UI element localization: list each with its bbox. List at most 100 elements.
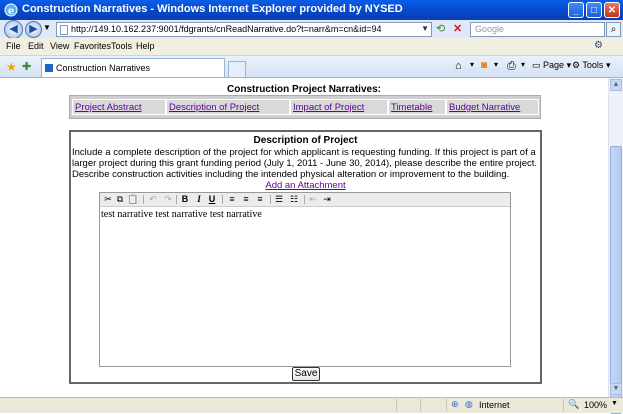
search-placeholder: Google — [475, 24, 505, 34]
zone-panel[interactable]: ⊕ ◍ Internet — [446, 399, 562, 411]
address-toolbar: ◀ ▶ ▼ http://149.10.162.237:9001/fdgrant… — [0, 20, 623, 39]
copy-icon[interactable]: ⧉ — [114, 193, 126, 206]
tools-menu-label: Tools — [582, 60, 604, 70]
home-dropdown-icon[interactable]: ▾ — [470, 60, 474, 69]
toolbar-separator — [176, 195, 177, 204]
nav-link-budget-narrative[interactable]: Budget Narrative — [449, 102, 520, 113]
scroll-down-arrow-icon[interactable]: ▼ — [610, 383, 622, 395]
section-title: Description of Project — [253, 135, 358, 146]
search-button[interactable]: ⌕ — [606, 22, 621, 37]
feeds-dropdown-icon[interactable]: ▾ — [494, 60, 498, 69]
history-dropdown-icon[interactable]: ▼ — [43, 23, 51, 32]
nav-cell-impact-of-project: Impact of Project — [290, 99, 388, 115]
status-panel — [420, 399, 443, 411]
paste-icon[interactable]: 📋 — [127, 193, 139, 206]
underline-icon[interactable]: U — [206, 193, 218, 206]
address-dropdown-icon[interactable]: ▼ — [421, 24, 429, 33]
add-favorite-icon[interactable]: ✚ — [22, 60, 31, 73]
menu-edit[interactable]: Edit — [28, 41, 44, 51]
italic-icon[interactable]: I — [193, 193, 205, 206]
bulleted-list-icon[interactable]: ☰ — [273, 193, 285, 206]
zone-label: Internet — [479, 400, 510, 410]
tools-menu-button[interactable]: ⚙ Tools ▾ — [572, 60, 610, 71]
zoom-icon: 🔍 — [568, 399, 580, 409]
zoom-level: 100% — [584, 400, 608, 410]
address-url: http://149.10.162.237:9001/fdgrants/cnRe… — [71, 24, 382, 34]
nav-link-timetable[interactable]: Timetable — [391, 102, 432, 113]
nav-cell-budget-narrative: Budget Narrative — [446, 99, 539, 115]
toolbar-separator — [270, 195, 271, 204]
menu-file[interactable]: File — [6, 41, 21, 51]
svg-text:e: e — [8, 6, 14, 17]
align-center-icon[interactable]: ≡ — [240, 193, 252, 206]
ie-logo-icon: e — [4, 3, 18, 17]
zoom-dropdown-icon: ▼ — [611, 400, 618, 407]
print-dropdown-icon[interactable]: ▾ — [521, 60, 525, 69]
favorites-star-icon[interactable]: ★ — [6, 60, 17, 74]
nav-cell-project-abstract: Project Abstract — [72, 99, 166, 115]
maximize-button[interactable]: □ — [586, 2, 602, 18]
add-attachment-link[interactable]: Add an Attachment — [69, 180, 542, 191]
search-input[interactable]: Google — [470, 22, 605, 37]
toolbar-separator — [222, 195, 223, 204]
toolbar-options-icon[interactable]: ⚙ — [594, 40, 603, 51]
align-right-icon[interactable]: ≡ — [254, 193, 266, 206]
print-icon[interactable]: ⎙ — [507, 60, 516, 73]
scroll-thumb[interactable] — [610, 146, 622, 414]
editor-toolbar: ✂ ⧉ 📋 ↶ ↷ B I U ≡ ≡ ≡ ☰ ☷ ⇤ ⇥ — [100, 193, 510, 207]
nav-cell-description-of-project: Description of Project — [166, 99, 290, 115]
bold-icon[interactable]: B — [179, 193, 191, 206]
window-title: Construction Narratives - Windows Intern… — [22, 3, 403, 15]
internet-zone-icon: ◍ — [465, 399, 473, 409]
narrative-nav-table: Project Abstract Description of Project … — [69, 95, 541, 119]
redo-icon[interactable]: ↷ — [162, 193, 174, 206]
outdent-icon[interactable]: ⇤ — [307, 193, 319, 206]
menu-help[interactable]: Help — [136, 41, 155, 51]
refresh-icon[interactable]: ⟲ — [436, 22, 445, 35]
tab-label: Construction Narratives — [56, 63, 151, 73]
menu-bar: File Edit View Favorites Tools Help ⚙ — [0, 38, 623, 56]
close-window-button[interactable]: ✕ — [604, 2, 620, 18]
align-left-icon[interactable]: ≡ — [226, 193, 238, 206]
menu-view[interactable]: View — [50, 41, 69, 51]
window-title-bar: e Construction Narratives - Windows Inte… — [0, 0, 623, 20]
tools-menu-icon: ⚙ — [572, 60, 581, 70]
address-bar[interactable]: http://149.10.162.237:9001/fdgrants/cnRe… — [56, 22, 432, 37]
page-title: Construction Project Narratives: — [227, 84, 381, 95]
vertical-scrollbar[interactable]: ▲ ▼ — [608, 78, 623, 414]
back-button[interactable]: ◀ — [4, 20, 23, 39]
page-icon — [60, 25, 68, 35]
new-tab-button[interactable] — [228, 61, 246, 77]
menu-favorites[interactable]: Favorites — [74, 41, 111, 51]
status-bar: ⊕ ◍ Internet 🔍 100% ▼ — [0, 397, 623, 413]
nav-link-impact-of-project[interactable]: Impact of Project — [293, 102, 364, 113]
editor-content[interactable]: test narrative test narrative test narra… — [101, 209, 262, 220]
protected-mode-icon: ⊕ — [451, 399, 459, 409]
page-menu-icon: ▭ — [532, 60, 541, 70]
minimize-button[interactable]: _ — [568, 2, 584, 18]
scroll-up-arrow-icon[interactable]: ▲ — [610, 79, 622, 91]
page-menu-label: Page — [543, 60, 565, 70]
forward-button[interactable]: ▶ — [25, 21, 42, 38]
feeds-icon[interactable]: ◙ — [481, 60, 487, 71]
stop-icon[interactable]: ✕ — [453, 22, 462, 35]
tab-construction-narratives[interactable]: Construction Narratives — [41, 58, 225, 77]
home-icon[interactable]: ⌂ — [455, 60, 462, 72]
search-icon: ⌕ — [610, 24, 617, 35]
nav-link-project-abstract[interactable]: Project Abstract — [75, 102, 142, 113]
undo-icon[interactable]: ↶ — [147, 193, 159, 206]
section-instructions: Include a complete description of the pr… — [72, 147, 538, 180]
cut-icon[interactable]: ✂ — [102, 193, 114, 206]
numbered-list-icon[interactable]: ☷ — [288, 193, 300, 206]
toolbar-separator — [304, 195, 305, 204]
indent-icon[interactable]: ⇥ — [321, 193, 333, 206]
nav-link-description-of-project[interactable]: Description of Project — [169, 102, 259, 113]
tab-page-icon — [45, 64, 53, 72]
menu-tools[interactable]: Tools — [111, 41, 132, 51]
tab-bar: ★ ✚ Construction Narratives ⌂ ▾ ◙ ▾ ⎙ ▾ … — [0, 56, 623, 78]
save-button[interactable]: Save — [292, 367, 320, 381]
toolbar-separator — [143, 195, 144, 204]
zoom-control[interactable]: 🔍 100% ▼ — [563, 399, 623, 411]
page-menu-button[interactable]: ▭ Page ▾ — [532, 60, 571, 71]
status-panel — [396, 399, 417, 411]
